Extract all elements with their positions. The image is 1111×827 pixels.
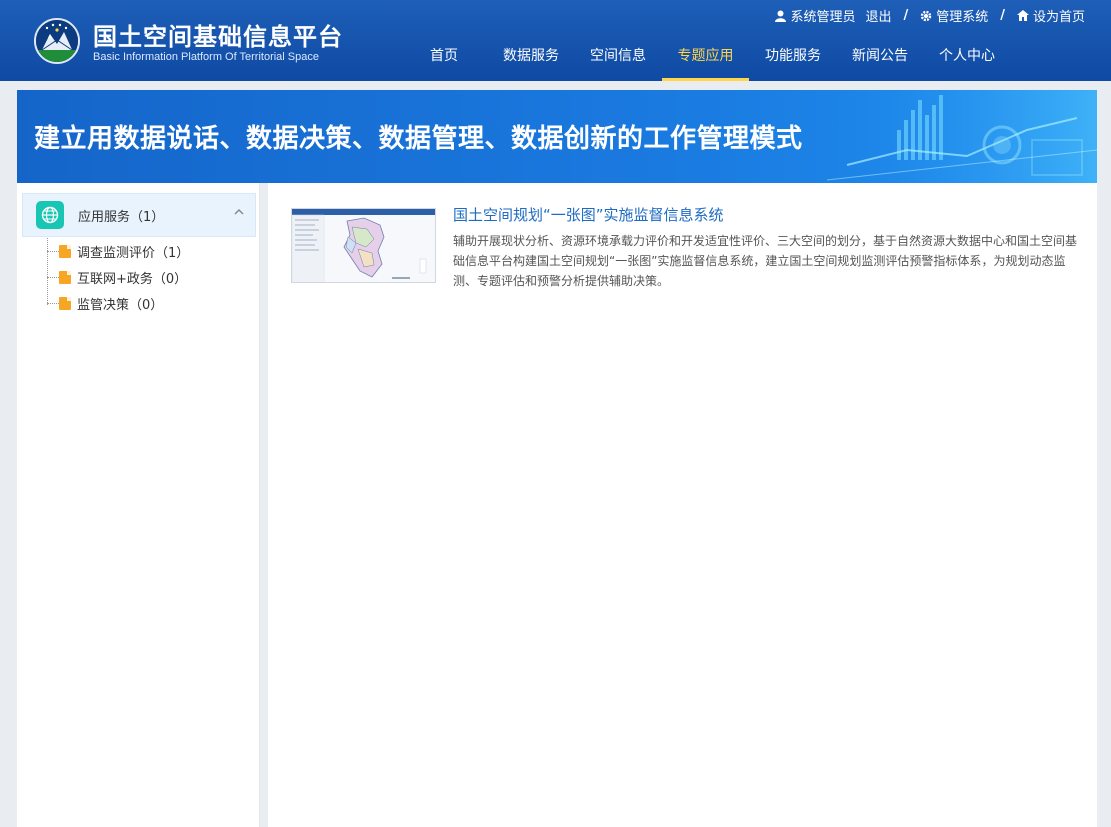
tree-item-survey[interactable]: 调查监测评价（1） [47,241,189,261]
nav-data-service[interactable]: 数据服务 [495,40,567,81]
admin-link[interactable]: 管理系统 [920,6,988,25]
gear-icon [920,10,932,21]
tree-item-supervision[interactable]: 监管决策（0） [47,293,163,313]
top-links: 系统管理员 退出 / 管理系统 / 设为首页 [775,6,1085,25]
folder-icon [59,244,71,258]
set-homepage-link[interactable]: 设为首页 [1016,6,1085,25]
separator: / [1000,8,1005,23]
sidebar: 应用服务（1） 调查监测评价（1） 互联网+政务（0） 监管决策（0） [17,183,260,827]
banner-decoration [827,90,1097,183]
nav-spatial-info[interactable]: 空间信息 [582,40,654,81]
tree-root-app-service[interactable]: 应用服务（1） [22,193,256,237]
nav-news[interactable]: 新闻公告 [844,40,916,81]
folder-icon [59,296,71,310]
folder-icon [59,270,71,284]
app-title-link[interactable]: 国土空间规划“一张图”实施监督信息系统 [453,204,724,225]
user-icon [775,10,787,22]
tree-item-label: 调查监测评价（1） [77,245,190,261]
site-subtitle: Basic Information Platform Of Territoria… [93,51,319,63]
nav-function-service[interactable]: 功能服务 [757,40,829,81]
main-content: 国土空间规划“一张图”实施监督信息系统 辅助开展现状分析、资源环境承载力评价和开… [268,183,1097,827]
banner-slogan: 建立用数据说话、数据决策、数据管理、数据创新的工作管理模式 [34,124,803,154]
banner: 建立用数据说话、数据决策、数据管理、数据创新的工作管理模式 [17,90,1097,183]
header: 国土空间基础信息平台 Basic Information Platform Of… [0,0,1111,81]
app-description: 辅助开展现状分析、资源环境承载力评价和开发适宜性评价、三大空间的划分，基于自然资… [453,234,1078,288]
logout-link[interactable]: 退出 [865,6,891,25]
nav-personal-center[interactable]: 个人中心 [931,40,1003,81]
app-thumbnail[interactable] [291,208,436,283]
home-icon [1016,10,1029,21]
homepage-label: 设为首页 [1032,10,1085,25]
separator: / [903,8,909,23]
tree-item-label: 互联网+政务（0） [77,271,188,287]
tree-item-label: 监管决策（0） [77,297,164,313]
nav-home[interactable]: 首页 [415,40,473,81]
user-link[interactable]: 系统管理员 [775,6,855,25]
logo [34,18,80,64]
site-title: 国土空间基础信息平台 [93,23,343,51]
globe-icon [36,201,64,229]
tree-item-internet-gov[interactable]: 互联网+政务（0） [47,267,187,287]
nav-thematic-app[interactable]: 专题应用 [662,40,749,81]
user-name: 系统管理员 [790,10,856,25]
admin-label: 管理系统 [936,10,989,25]
chevron-up-icon[interactable] [233,208,245,216]
tree-root-label: 应用服务（1） [78,209,165,225]
